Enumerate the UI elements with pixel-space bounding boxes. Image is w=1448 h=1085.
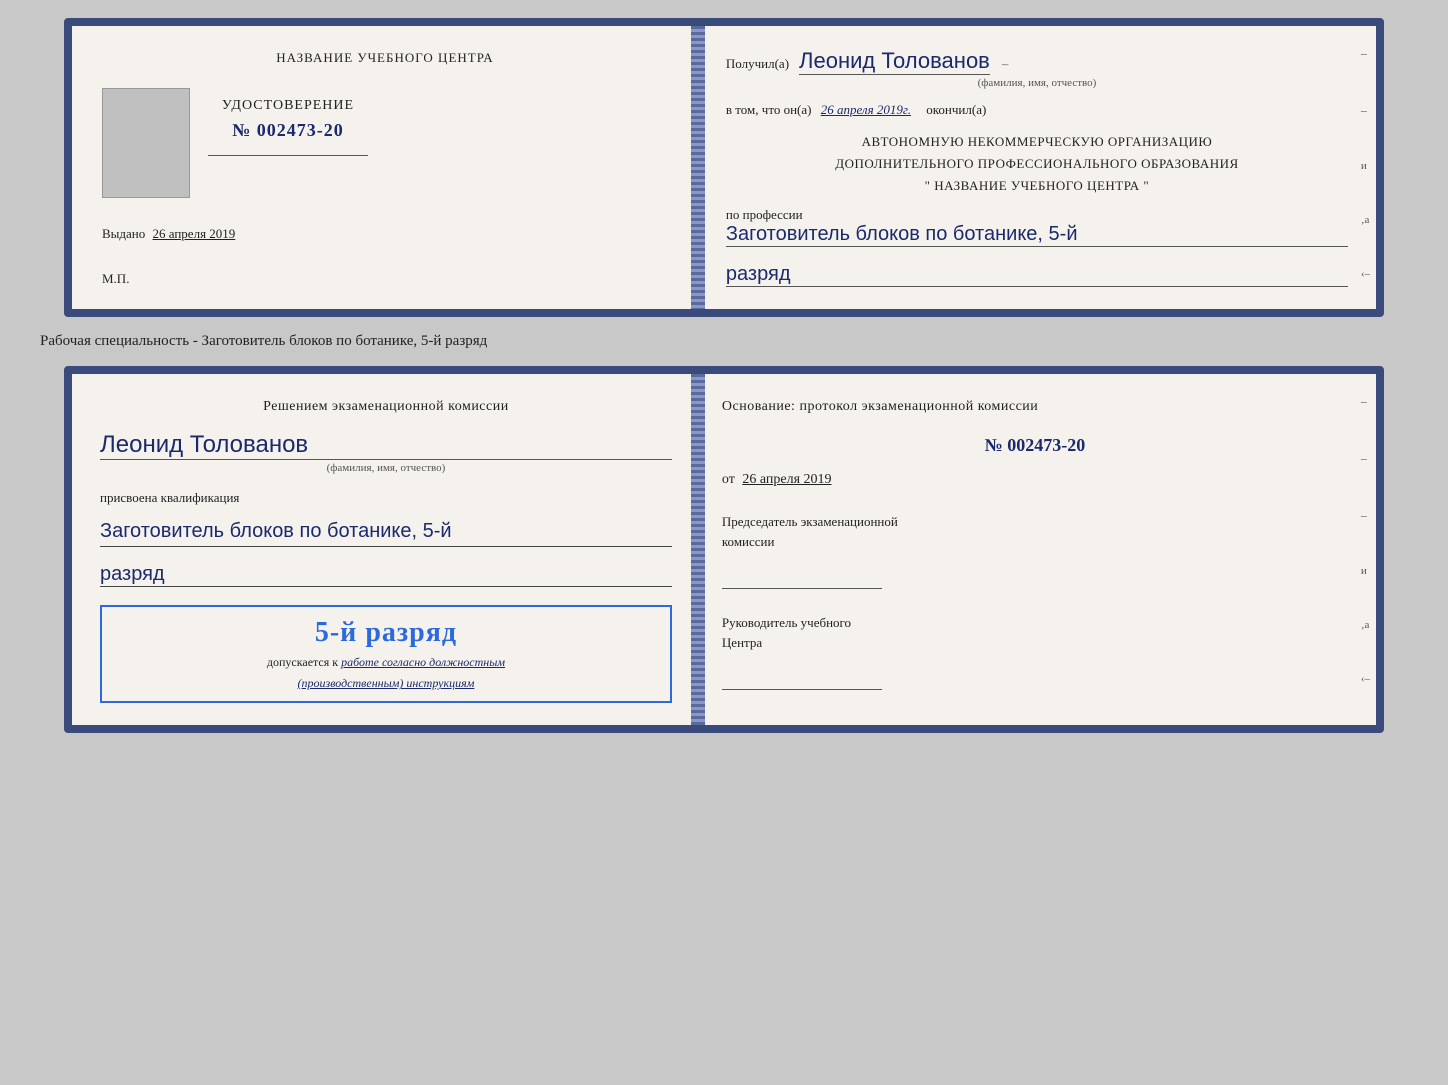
- training-center-title: НАЗВАНИЕ УЧЕБНОГО ЦЕНТРА: [102, 48, 668, 68]
- cert-number: № 002473-20: [232, 120, 344, 141]
- bottom-profession-block: Заготовитель блоков по ботанике, 5-й: [100, 516, 672, 547]
- separator-label: Рабочая специальность - Заготовитель бло…: [20, 333, 487, 350]
- mp-label: М.П.: [102, 261, 668, 287]
- director-text2: Центра: [722, 635, 762, 650]
- inthat-prefix: в том, что он(а): [726, 102, 812, 117]
- bottom-profession-value: Заготовитель блоков по ботанике, 5-й: [100, 516, 672, 547]
- received-block: Получил(а) Леонид Толованов – (фамилия, …: [726, 48, 1348, 89]
- org-line2: ДОПОЛНИТЕЛЬНОГО ПРОФЕССИОНАЛЬНОГО ОБРАЗО…: [726, 153, 1348, 175]
- bottom-right-panel: Основание: протокол экзаменационной коми…: [698, 374, 1376, 725]
- from-date-value: 26 апреля 2019: [742, 472, 831, 487]
- chairman-signature: [722, 565, 882, 589]
- issued-line: Выдано 26 апреля 2019: [102, 226, 668, 242]
- issued-date: 26 апреля 2019: [153, 226, 236, 241]
- director-label: Руководитель учебного Центра: [722, 613, 1348, 652]
- stamp-box: 5-й разряд допускается к работе согласно…: [100, 605, 672, 703]
- stamp-work: работе согласно должностным: [341, 655, 505, 669]
- profession-label: по профессии: [726, 207, 1348, 223]
- bottom-document: Решением экзаменационной комиссии Леонид…: [64, 366, 1384, 733]
- inthat-line: в том, что он(а) 26 апреля 2019г. окончи…: [726, 99, 1348, 121]
- fio-label-top: (фамилия, имя, отчество): [726, 77, 1348, 89]
- side-marks-bottom: – – – и ‚а ‹– – – – – –: [1361, 394, 1370, 733]
- stamp-rank: 5-й разряд: [315, 617, 457, 649]
- bottom-rank-value: разряд: [100, 563, 672, 587]
- top-left-panel: НАЗВАНИЕ УЧЕБНОГО ЦЕНТРА УДОСТОВЕРЕНИЕ №…: [72, 26, 698, 309]
- chairman-label: Председатель экзаменационной комиссии: [722, 512, 1348, 551]
- commission-title: Решением экзаменационной комиссии: [100, 396, 672, 417]
- cert-label: УДОСТОВЕРЕНИЕ: [222, 98, 354, 114]
- completed-suffix: окончил(а): [926, 102, 986, 117]
- received-name: Леонид Толованов: [799, 48, 990, 75]
- org-line1: АВТОНОМНУЮ НЕКОММЕРЧЕСКУЮ ОРГАНИЗАЦИЮ: [726, 131, 1348, 153]
- commission-name-block: Леонид Толованов (фамилия, имя, отчество…: [100, 427, 672, 474]
- stamp-instructions: (производственным) инструкциям: [298, 676, 475, 690]
- bottom-left-panel: Решением экзаменационной комиссии Леонид…: [72, 374, 698, 725]
- commission-name: Леонид Толованов: [100, 431, 672, 460]
- fio-label-bottom: (фамилия, имя, отчество): [100, 462, 672, 474]
- bottom-rank-block: разряд: [100, 557, 672, 587]
- photo-cert-row: УДОСТОВЕРЕНИЕ № 002473-20: [102, 88, 668, 198]
- issued-label: Выдано: [102, 226, 145, 241]
- profession-value: Заготовитель блоков по ботанике, 5-й: [726, 223, 1348, 247]
- org-line3: " НАЗВАНИЕ УЧЕБНОГО ЦЕНТРА ": [726, 175, 1348, 197]
- side-marks-top: – – и ‚а ‹– – – – –: [1361, 46, 1370, 317]
- top-document: НАЗВАНИЕ УЧЕБНОГО ЦЕНТРА УДОСТОВЕРЕНИЕ №…: [64, 18, 1384, 317]
- cert-info: УДОСТОВЕРЕНИЕ № 002473-20: [208, 98, 368, 156]
- photo-placeholder: [102, 88, 190, 198]
- profession-block: по профессии Заготовитель блоков по бота…: [726, 207, 1348, 247]
- stamp-instructions-text: (производственным) инструкциям: [298, 676, 475, 691]
- rank-block: разряд: [726, 257, 1348, 287]
- spine-divider-bottom: [691, 374, 705, 725]
- basis-label: Основание: протокол экзаменационной коми…: [722, 396, 1348, 417]
- org-block: АВТОНОМНУЮ НЕКОММЕРЧЕСКУЮ ОРГАНИЗАЦИЮ ДО…: [726, 131, 1348, 197]
- assigned-label: присвоена квалификация: [100, 490, 672, 506]
- top-right-panel: Получил(а) Леонид Толованов – (фамилия, …: [698, 26, 1376, 309]
- chairman-text2: комиссии: [722, 534, 775, 549]
- date-completed: 26 апреля 2019г.: [821, 102, 911, 117]
- director-signature: [722, 666, 882, 690]
- stamp-allowed-prefix: допускается к: [267, 655, 338, 669]
- director-text1: Руководитель учебного: [722, 615, 851, 630]
- from-date-line: от 26 апреля 2019: [722, 472, 1348, 488]
- protocol-number: № 002473-20: [722, 435, 1348, 456]
- received-prefix: Получил(а): [726, 56, 789, 71]
- rank-value-top: разряд: [726, 263, 1348, 287]
- chairman-text1: Председатель экзаменационной: [722, 514, 898, 529]
- spine-divider: [691, 26, 705, 309]
- stamp-allowed-text: допускается к работе согласно должностны…: [267, 655, 505, 670]
- from-prefix: от: [722, 472, 735, 487]
